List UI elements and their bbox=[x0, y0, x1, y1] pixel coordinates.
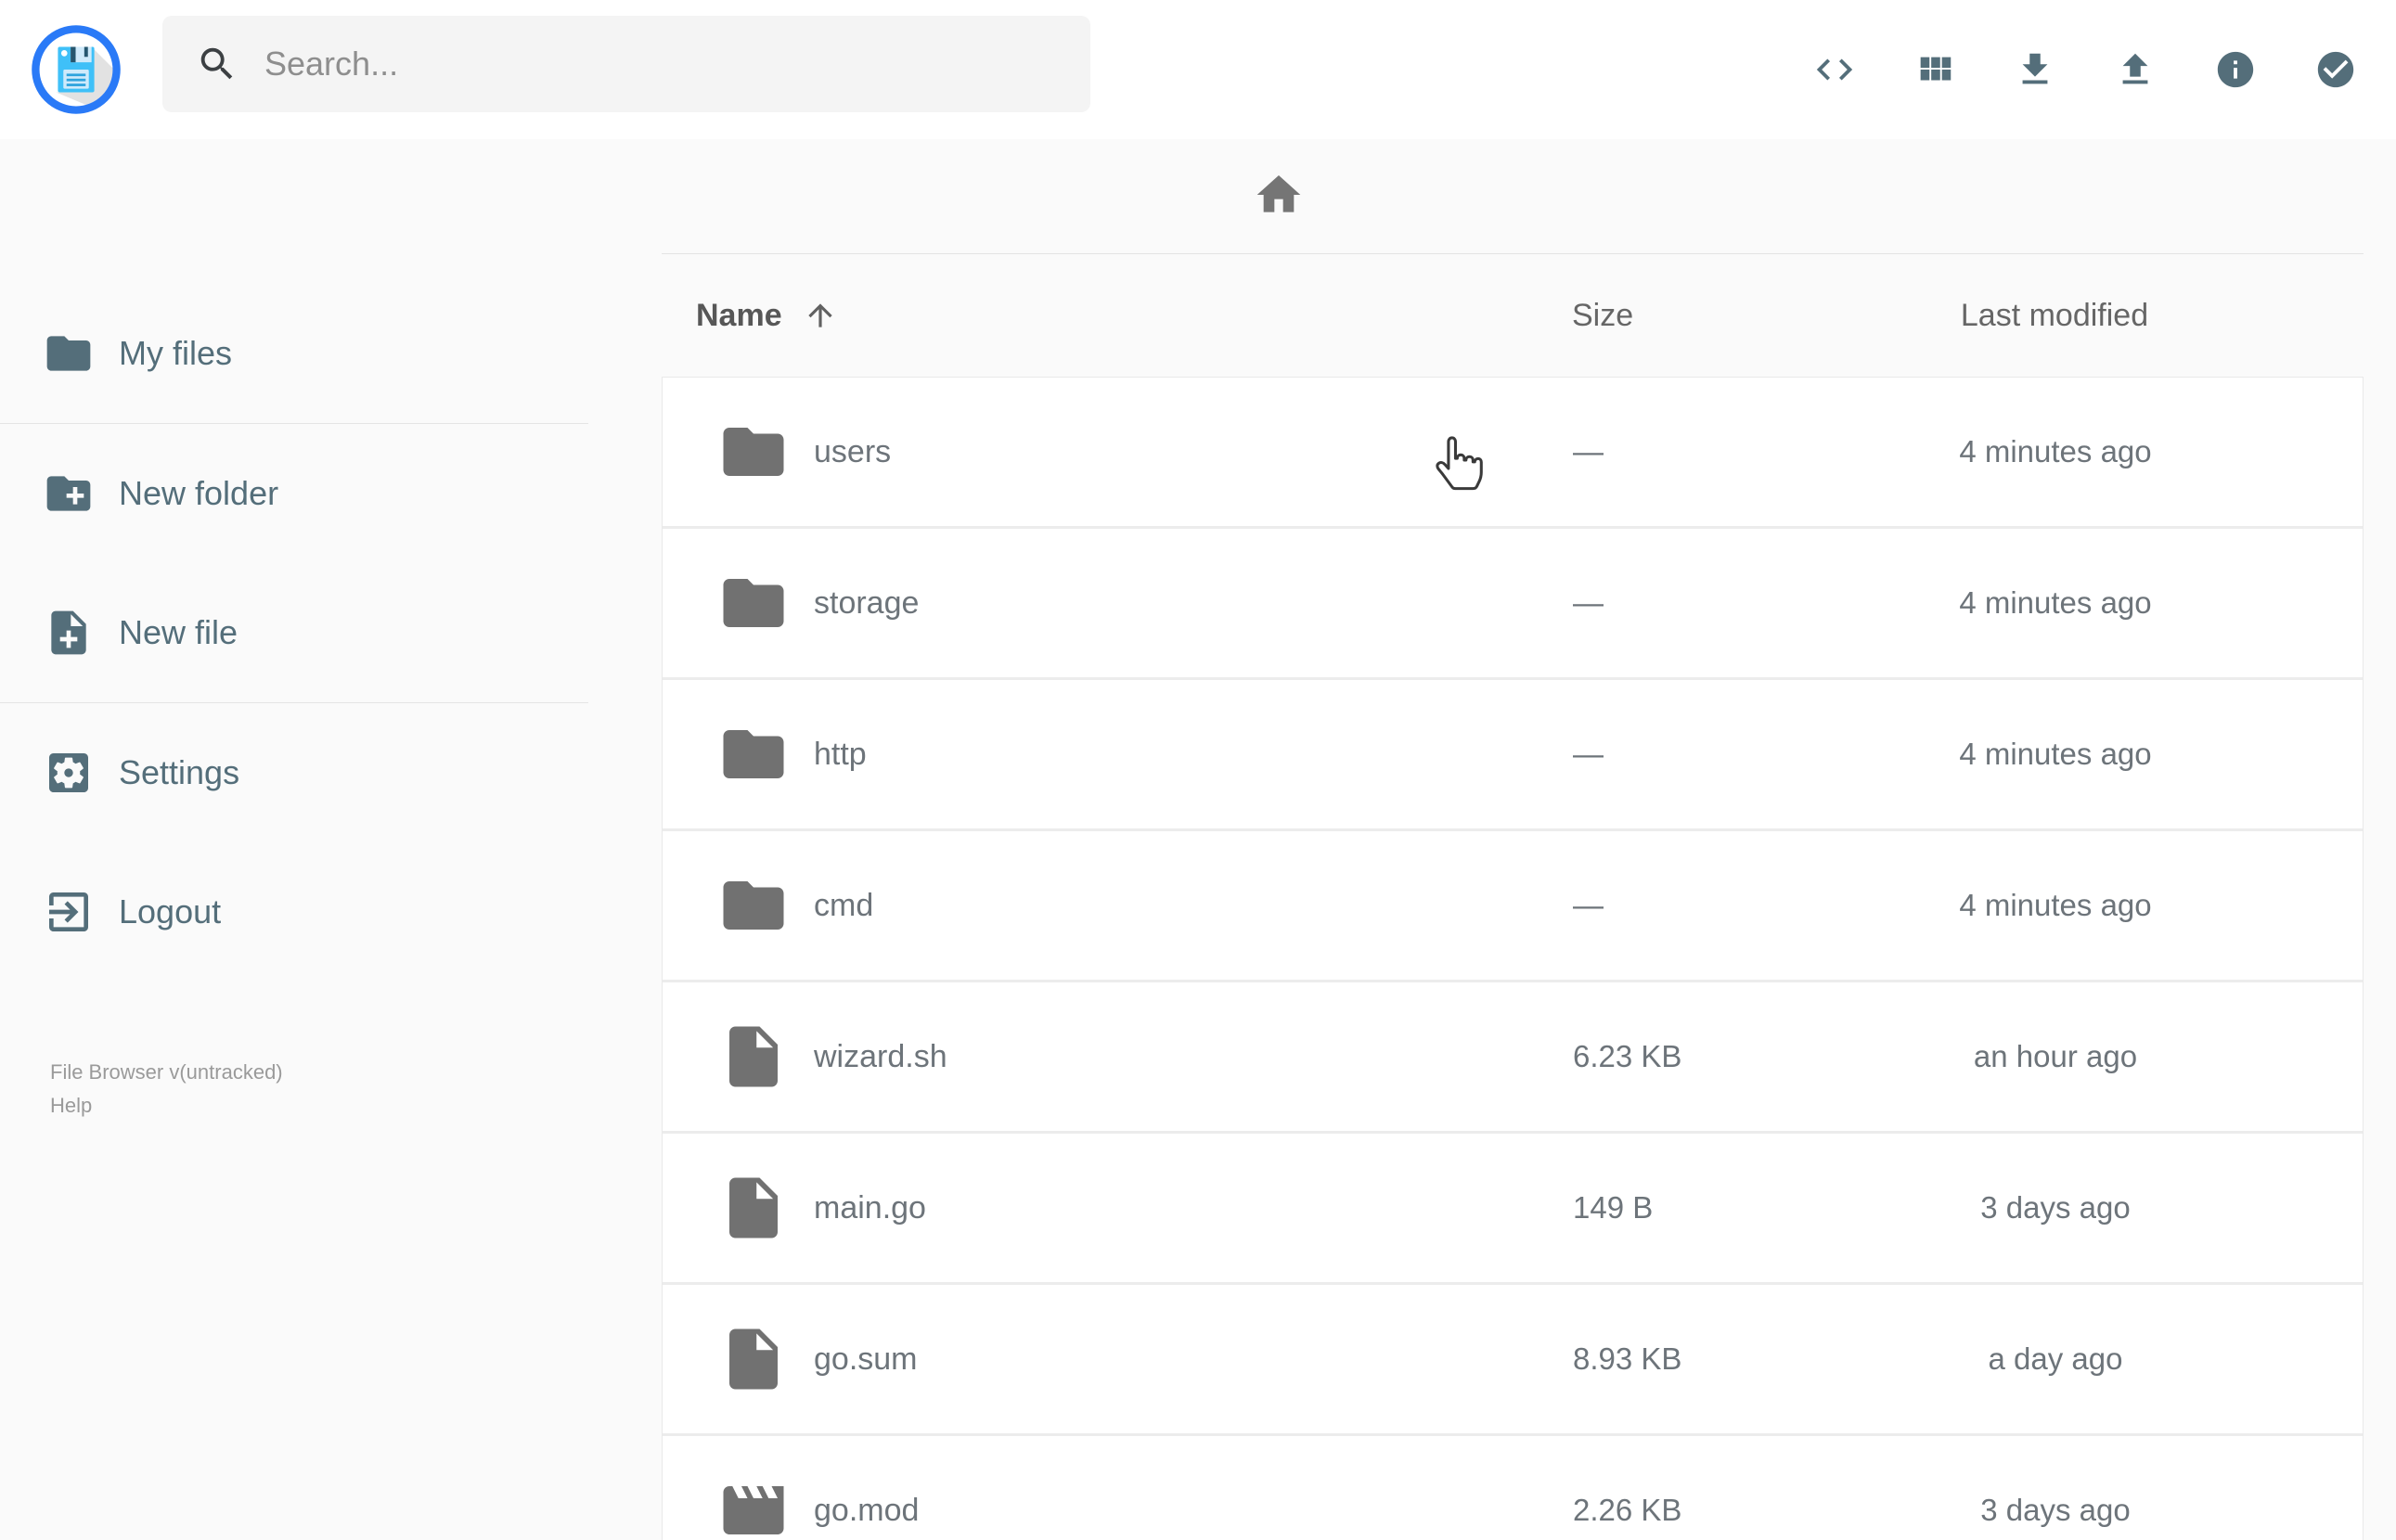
header-toolbar bbox=[1813, 0, 2357, 139]
file-size: 6.23 KB bbox=[1573, 1039, 1682, 1073]
folder-plus-icon bbox=[43, 468, 95, 520]
upload-button[interactable] bbox=[2114, 48, 2157, 91]
column-header-name[interactable]: Name bbox=[662, 298, 1572, 334]
file-size: 149 B bbox=[1573, 1190, 1654, 1225]
filebrowser-logo[interactable] bbox=[31, 24, 122, 115]
settings-icon bbox=[43, 747, 95, 799]
file-row[interactable]: http — 4 minutes ago bbox=[663, 680, 2363, 831]
floppy-disk-logo-icon bbox=[31, 24, 122, 115]
sidebar-item-my-files[interactable]: My files bbox=[0, 284, 588, 423]
folder-icon bbox=[43, 327, 95, 379]
grid-view-icon bbox=[1913, 48, 1956, 91]
file-modified: 4 minutes ago bbox=[1959, 434, 2152, 468]
filebrowser-app: My files New folder New file Settings Lo… bbox=[0, 0, 2396, 1540]
column-header-size[interactable]: Size bbox=[1572, 298, 1878, 334]
help-link[interactable]: Help bbox=[50, 1089, 283, 1123]
switch-view-button[interactable] bbox=[1913, 48, 1956, 91]
file-name: storage bbox=[814, 584, 920, 621]
check-circle-icon bbox=[2314, 48, 2357, 91]
folder-icon bbox=[717, 567, 790, 639]
file-row[interactable]: cmd — 4 minutes ago bbox=[663, 831, 2363, 982]
sort-ascending-icon bbox=[803, 298, 838, 333]
code-icon bbox=[1813, 48, 1856, 91]
folder-icon bbox=[717, 416, 790, 488]
file-size: — bbox=[1573, 585, 1604, 620]
app-version: File Browser v(untracked) bbox=[50, 1060, 283, 1084]
file-modified: a day ago bbox=[1988, 1341, 2123, 1376]
sidebar-item-label: My files bbox=[119, 334, 233, 372]
search-icon bbox=[196, 43, 238, 85]
file-row[interactable]: go.sum 8.93 KB a day ago bbox=[663, 1285, 2363, 1436]
file-icon bbox=[717, 1172, 790, 1244]
file-row[interactable]: main.go 149 B 3 days ago bbox=[663, 1134, 2363, 1285]
file-name: users bbox=[814, 433, 892, 469]
movie-icon bbox=[717, 1474, 790, 1540]
file-name: go.mod bbox=[814, 1492, 920, 1528]
file-size: 2.26 KB bbox=[1573, 1493, 1682, 1527]
file-modified: an hour ago bbox=[1973, 1039, 2138, 1073]
page-body: My files New folder New file Settings Lo… bbox=[0, 139, 2396, 1540]
file-modified: 4 minutes ago bbox=[1959, 737, 2152, 771]
file-name: go.sum bbox=[814, 1341, 918, 1377]
sidebar-item-settings[interactable]: Settings bbox=[0, 703, 588, 842]
info-icon bbox=[2214, 48, 2257, 91]
file-row[interactable]: users — 4 minutes ago bbox=[663, 378, 2363, 529]
folder-icon bbox=[717, 718, 790, 790]
top-bar bbox=[0, 0, 2396, 139]
sidebar: My files New folder New file Settings Lo… bbox=[0, 139, 588, 1540]
sidebar-footer: File Browser v(untracked) Help bbox=[50, 1056, 283, 1123]
search-input[interactable] bbox=[263, 44, 1046, 84]
file-name: wizard.sh bbox=[814, 1038, 947, 1074]
folder-icon bbox=[717, 869, 790, 942]
file-size: — bbox=[1573, 434, 1604, 468]
sidebar-item-logout[interactable]: Logout bbox=[0, 842, 588, 982]
file-modified: 4 minutes ago bbox=[1959, 888, 2152, 922]
breadcrumb-home-button[interactable] bbox=[1251, 167, 1307, 223]
file-plus-icon bbox=[43, 607, 95, 659]
logout-icon bbox=[43, 886, 95, 938]
sidebar-item-label: New folder bbox=[119, 474, 279, 512]
file-modified: 3 days ago bbox=[1980, 1190, 2131, 1225]
file-size: 8.93 KB bbox=[1573, 1341, 1682, 1376]
file-name: http bbox=[814, 736, 867, 772]
download-icon bbox=[2014, 48, 2056, 91]
file-size: — bbox=[1573, 737, 1604, 771]
file-icon bbox=[717, 1323, 790, 1395]
sidebar-item-label: Logout bbox=[119, 892, 222, 930]
file-listing: Name Size Last modified users — 4 minute… bbox=[588, 139, 2396, 1540]
file-modified: 3 days ago bbox=[1980, 1493, 2131, 1527]
sidebar-item-label: New file bbox=[119, 613, 238, 651]
file-modified: 4 minutes ago bbox=[1959, 585, 2152, 620]
download-button[interactable] bbox=[2014, 48, 2056, 91]
info-button[interactable] bbox=[2214, 48, 2257, 91]
file-icon bbox=[717, 1020, 790, 1093]
listing-header: Name Size Last modified bbox=[662, 254, 2364, 377]
sidebar-item-label: Settings bbox=[119, 753, 240, 791]
select-multiple-button[interactable] bbox=[2314, 48, 2357, 91]
file-list: users — 4 minutes ago storage — 4 minute… bbox=[662, 377, 2364, 1540]
file-row[interactable]: storage — 4 minutes ago bbox=[663, 529, 2363, 680]
column-header-modified[interactable]: Last modified bbox=[1878, 298, 2231, 334]
sidebar-item-new-folder[interactable]: New folder bbox=[0, 424, 588, 563]
upload-icon bbox=[2114, 48, 2157, 91]
file-row[interactable]: go.mod 2.26 KB 3 days ago bbox=[663, 1436, 2363, 1540]
file-name: main.go bbox=[814, 1189, 926, 1226]
file-row[interactable]: wizard.sh 6.23 KB an hour ago bbox=[663, 982, 2363, 1134]
file-name: cmd bbox=[814, 887, 874, 923]
home-icon bbox=[1253, 169, 1305, 221]
search-bar[interactable] bbox=[162, 16, 1090, 112]
sidebar-item-new-file[interactable]: New file bbox=[0, 563, 588, 702]
raw-view-button[interactable] bbox=[1813, 48, 1856, 91]
file-size: — bbox=[1573, 888, 1604, 922]
